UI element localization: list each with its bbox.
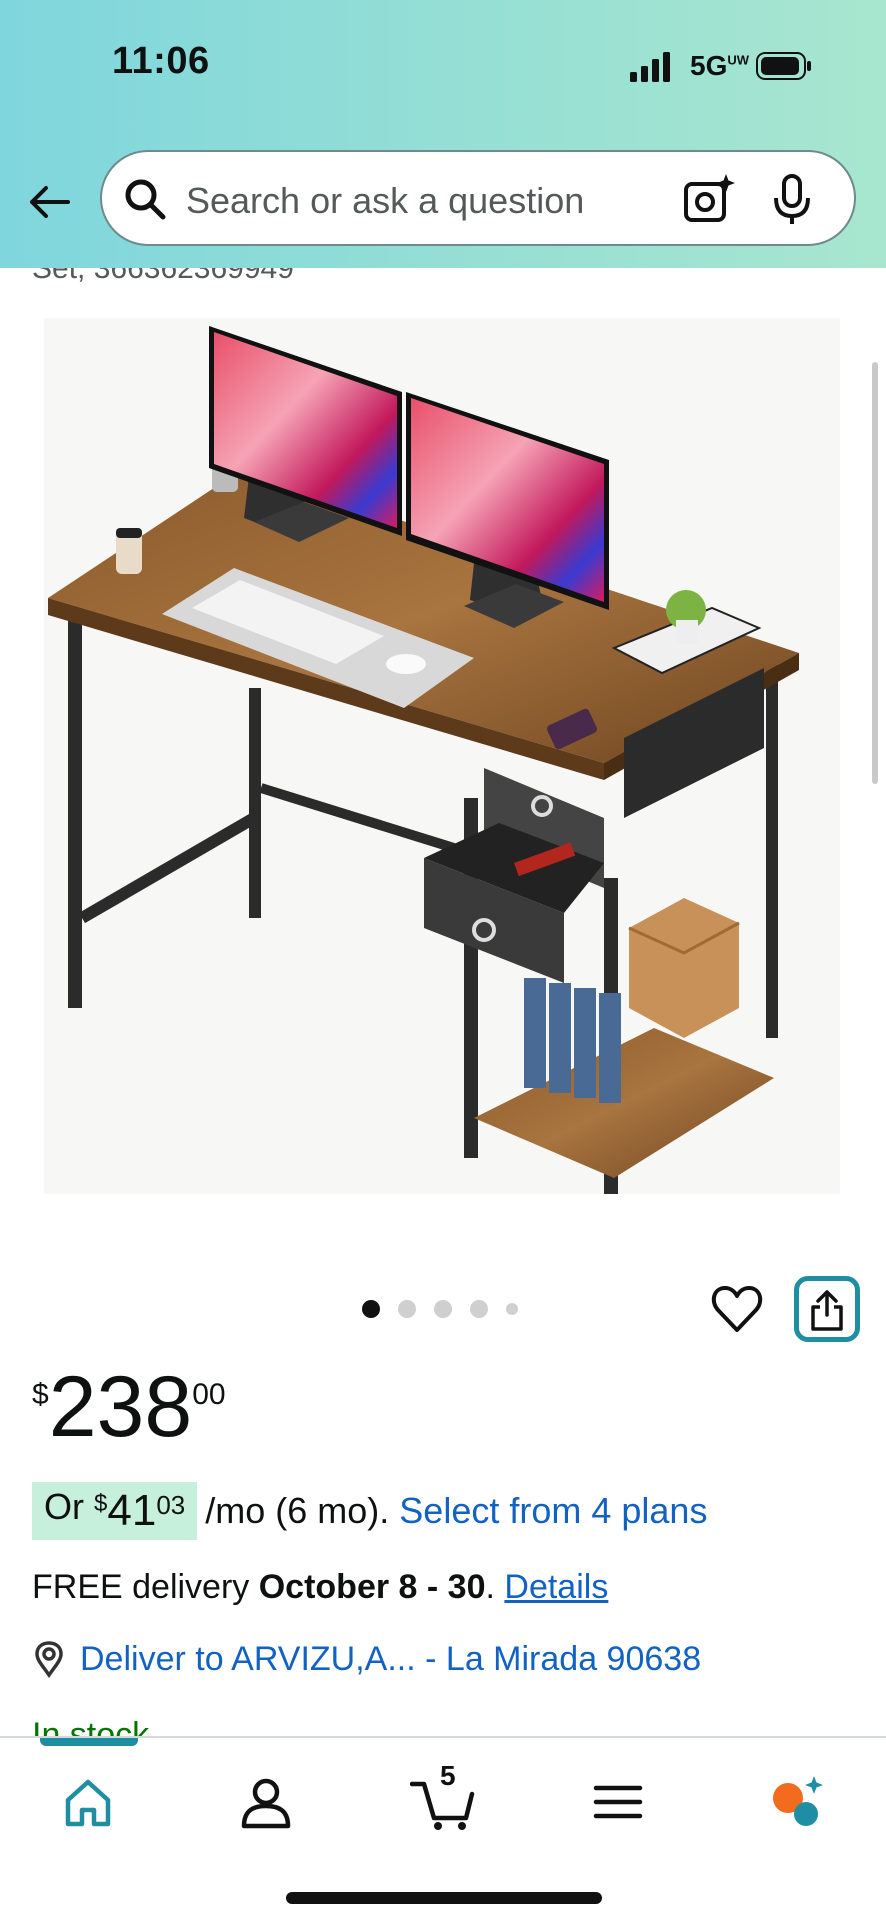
product-image[interactable] [44, 318, 840, 1208]
carousel-dot[interactable] [470, 1300, 488, 1318]
select-plans-link[interactable]: Select from 4 plans [399, 1490, 707, 1532]
carousel-dot[interactable] [506, 1303, 518, 1315]
product-price: $ 238 00 [32, 1359, 226, 1455]
carousel-dot[interactable] [398, 1300, 416, 1318]
delivery-info: FREE delivery October 8 - 30. Details [32, 1568, 609, 1606]
microphone-icon[interactable] [770, 174, 814, 226]
search-input[interactable]: Search or ask a question [186, 180, 584, 222]
installment-amount-badge: Or $41 03 [32, 1482, 198, 1540]
search-bar[interactable]: Search or ask a question [100, 150, 856, 246]
carousel-dot[interactable] [362, 1300, 380, 1318]
page-scrollbar[interactable] [872, 362, 878, 784]
installment-offer: Or $41 03 /mo (6 mo). Select from 4 plans [32, 1482, 707, 1540]
app-header: 11:06 5GUW Search or ask a question [0, 0, 886, 268]
rufus-assistant-icon[interactable] [766, 1772, 826, 1832]
delivery-details-link[interactable]: Details [504, 1568, 608, 1606]
status-time: 11:06 [112, 40, 210, 82]
location-pin-icon [35, 1640, 63, 1678]
image-carousel-indicator[interactable] [362, 1300, 518, 1318]
carousel-dot[interactable] [434, 1300, 452, 1318]
battery-icon [756, 52, 811, 80]
share-button[interactable] [794, 1276, 860, 1342]
camera-search-icon[interactable] [682, 172, 736, 226]
menu-icon[interactable] [588, 1772, 648, 1832]
account-icon[interactable] [236, 1772, 296, 1832]
search-icon [125, 179, 166, 220]
cellular-signal-icon [630, 52, 670, 82]
heart-icon[interactable] [710, 1282, 764, 1336]
desk-illustration [48, 326, 799, 1208]
deliver-to-location[interactable]: Deliver to ARVIZU,A... - La Mirada 90638 [32, 1640, 701, 1679]
back-arrow-icon[interactable] [24, 176, 76, 228]
home-icon[interactable] [58, 1772, 118, 1832]
network-type: 5GUW [690, 50, 750, 81]
home-indicator [286, 1892, 602, 1904]
active-tab-indicator [40, 1738, 138, 1746]
cart-count-badge: 5 [440, 1760, 456, 1791]
share-icon [811, 1290, 843, 1331]
